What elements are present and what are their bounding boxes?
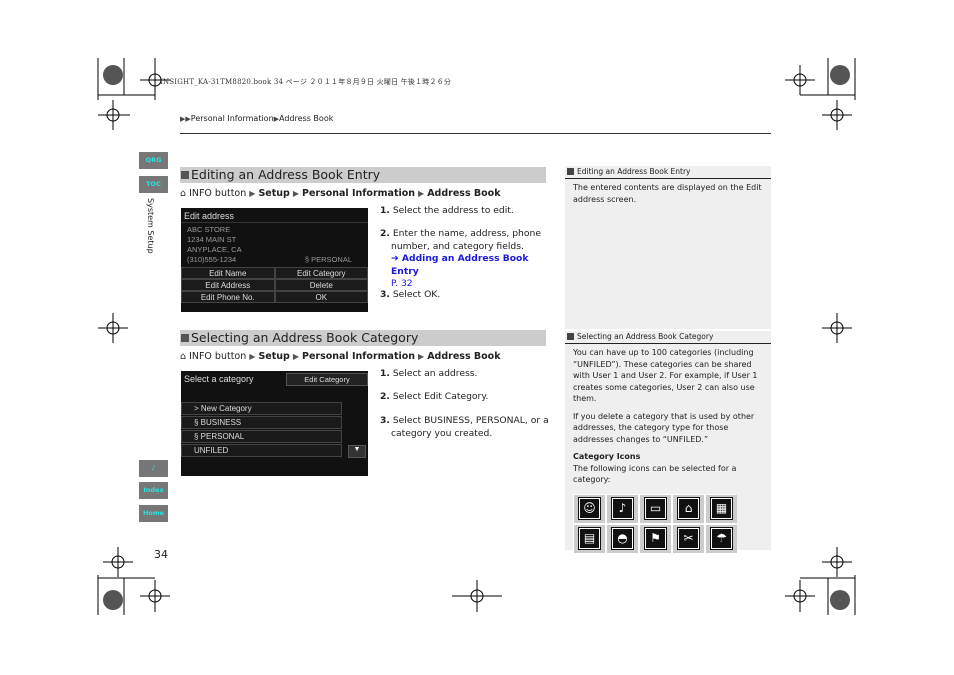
category-icons-grid: ☺ ♪ ▭ ⌂ ▦ ▤ ◓ ⚑ ✂ ☂ [573,493,737,554]
header-rule [180,133,771,134]
category-row[interactable]: > New Category [181,402,342,415]
menu-path: ⌂ INFO button ▶ Setup ▶ Personal Information… [180,351,501,362]
step: 1. Select the address to edit. [380,205,514,216]
home-tab[interactable]: Home [139,505,168,522]
edit-category-button[interactable]: Edit Category [286,373,368,386]
edit-phone-button[interactable]: Edit Phone No. [181,291,275,303]
car-icon: ◓ [611,527,634,550]
edit-address-button[interactable]: Edit Address [181,279,275,291]
print-header: INSIGHT_KA-31TM8820.book 34 ページ ２０１１年８月９… [160,78,452,86]
breadcrumb-item[interactable]: Address Book [279,114,333,123]
toc-tab[interactable]: TOC [139,176,168,193]
index-tab[interactable]: Index [139,482,168,499]
note-editing: Editing an Address Book Entry The entere… [565,166,771,329]
edit-address-screen: Edit address ABC STORE 1234 MAIN ST ANYPLA… [181,208,368,312]
category-row[interactable]: § BUSINESS [181,416,342,429]
section-heading: Editing an Address Book Entry [180,167,546,183]
qrg-tab[interactable]: QRG [139,152,168,169]
note-selecting: Selecting an Address Book Category You c… [565,331,771,554]
person-icon: ☺ [578,497,601,520]
breadcrumb: ▶▶Personal Information▶Address Book [180,114,334,123]
delete-button[interactable]: Delete [274,279,368,291]
step: 2. Select Edit Category. [380,391,489,402]
step: 3. Select BUSINESS, PERSONAL, or a categ… [380,415,549,439]
edit-name-button[interactable]: Edit Name [181,267,275,279]
edit-category-button[interactable]: Edit Category [274,267,368,279]
building-icon: ▦ [710,497,733,520]
menu-path: ⌂ INFO button ▶ Setup ▶ Personal Information… [180,188,501,199]
voice-icon: ♪ [151,464,156,472]
voice-tab[interactable]: ♪ [139,460,168,477]
home-icon: ⌂ [677,497,700,520]
umbrella-icon: ☂ [710,527,733,550]
section-heading: Selecting an Address Book Category [180,330,546,346]
step: 2. Enter the name, address, phone number… [380,228,541,289]
link-adding-entry[interactable]: ➔ Adding an Address Book Entry [391,253,528,277]
breadcrumb-item[interactable]: Personal Information [191,114,274,123]
note-icon [567,168,574,175]
scroll-down-button[interactable]: ▼ [348,445,366,458]
food-icon: ✂ [677,527,700,550]
store-icon: ▤ [578,527,601,550]
category-row[interactable]: § PERSONAL [181,430,342,443]
folder-icon: ▭ [644,497,667,520]
section-label: System Setup [146,198,155,254]
step: 1. Select an address. [380,368,478,379]
link-page[interactable]: P. 32 [391,278,413,289]
category-row[interactable]: UNFILED [181,444,342,457]
select-category-screen: Select a category Edit Category > New Ca… [181,371,368,476]
page-number: 34 [154,548,168,561]
info-button-icon: ⌂ [180,188,190,199]
note-icon [567,333,574,340]
music-note-icon: ♪ [611,497,634,520]
info-button-icon: ⌂ [180,351,190,362]
ok-button[interactable]: OK [274,291,368,303]
step: 3. Select OK. [380,289,441,300]
golf-icon: ⚑ [644,527,667,550]
